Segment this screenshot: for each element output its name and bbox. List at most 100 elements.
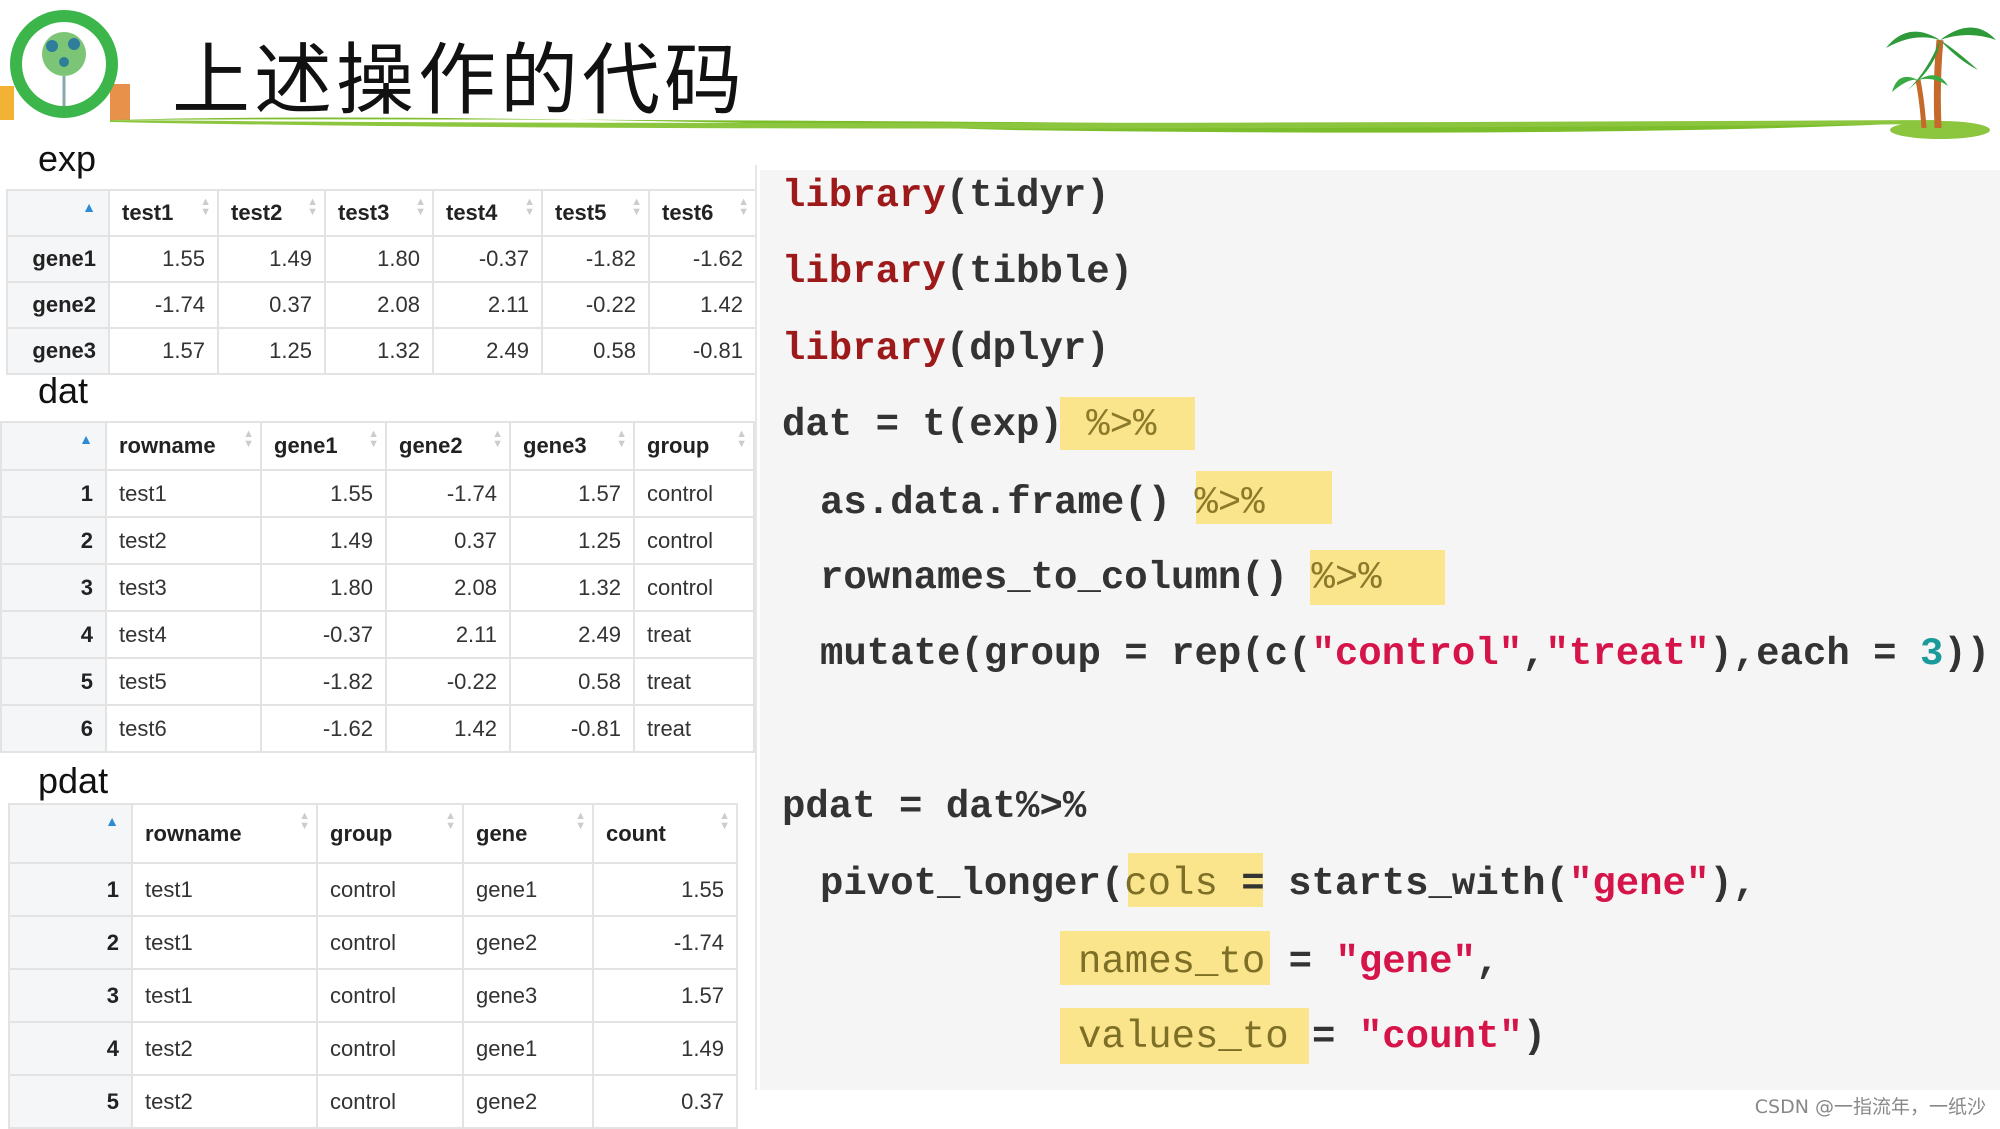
code-line: values_to = "count") xyxy=(1078,1012,1546,1062)
sort-icon[interactable]: ▲ ▼ xyxy=(575,811,586,832)
sort-index-header[interactable]: ▲ xyxy=(6,189,110,237)
code-token: (tibble) xyxy=(945,250,1134,294)
column-header[interactable]: rowname ▲ ▼ xyxy=(131,803,318,864)
code-keyword: library xyxy=(782,250,946,294)
sort-icon[interactable]: ▲ ▼ xyxy=(445,811,456,832)
table-cell: 1.49 xyxy=(260,516,387,565)
column-header[interactable]: test3 ▲ ▼ xyxy=(324,189,434,237)
column-header[interactable]: group ▲ ▼ xyxy=(633,421,755,471)
code-pipe-operator: %>% xyxy=(1311,556,1382,600)
sort-index-header[interactable]: ▲ xyxy=(8,803,133,864)
table-row: 2 test1 control gene2 -1.74 xyxy=(8,915,738,970)
table-cell: treat xyxy=(633,704,755,753)
row-name-cell: 4 xyxy=(0,610,107,659)
code-token: ) xyxy=(1522,1015,1547,1059)
column-header[interactable]: count ▲ ▼ xyxy=(592,803,738,864)
column-header[interactable]: test5 ▲ ▼ xyxy=(541,189,650,237)
column-header[interactable]: group ▲ ▼ xyxy=(316,803,464,864)
sort-icon[interactable]: ▲ ▼ xyxy=(243,429,254,450)
column-header[interactable]: test4 ▲ ▼ xyxy=(432,189,543,237)
code-token: cols xyxy=(1124,862,1218,906)
table-cell: test1 xyxy=(105,469,262,518)
column-header-label: test4 xyxy=(446,200,498,225)
code-line: mutate(group = rep(c("control","treat"),… xyxy=(820,629,1990,679)
table-cell: -1.82 xyxy=(541,235,650,283)
column-header-label: rowname xyxy=(119,433,216,458)
table-cell: 0.37 xyxy=(592,1074,738,1129)
column-header[interactable]: gene2 ▲ ▼ xyxy=(385,421,511,471)
green-swoosh-divider xyxy=(110,117,1940,133)
table-cell: 1.32 xyxy=(509,563,635,612)
sort-ascending-icon[interactable]: ▲ xyxy=(79,431,93,447)
sort-icon[interactable]: ▲ ▼ xyxy=(415,197,426,218)
code-token: ), xyxy=(1709,862,1757,906)
sort-ascending-icon[interactable]: ▲ xyxy=(82,199,96,215)
column-header[interactable]: test6 ▲ ▼ xyxy=(648,189,757,237)
table-header-row: ▲ test1 ▲ ▼ test2 ▲ ▼ test3 ▲ ▼ test4 ▲ ▼ test5 ▲ ▼ test… xyxy=(6,189,757,237)
row-name-cell: gene1 xyxy=(6,235,110,283)
column-header[interactable]: test2 ▲ ▼ xyxy=(217,189,326,237)
sort-icon[interactable]: ▲ ▼ xyxy=(200,197,211,218)
table-cell: 1.49 xyxy=(592,1021,738,1076)
code-pipe-operator: %>% xyxy=(1086,403,1157,447)
sort-icon[interactable]: ▲ ▼ xyxy=(492,429,503,450)
table-cell: control xyxy=(316,968,464,1023)
column-header-label: test2 xyxy=(231,200,283,225)
row-name-cell: 3 xyxy=(8,968,133,1023)
table-row: 5 test2 control gene2 0.37 xyxy=(8,1074,738,1129)
sort-index-header[interactable]: ▲ xyxy=(0,421,107,471)
sort-ascending-icon[interactable]: ▲ xyxy=(105,813,119,829)
column-header-label: rowname xyxy=(145,820,242,846)
table-cell: gene3 xyxy=(462,968,594,1023)
table-row: 6 test6 -1.62 1.42 -0.81 treat xyxy=(0,704,755,753)
column-header[interactable]: test1 ▲ ▼ xyxy=(108,189,219,237)
sort-icon[interactable]: ▲ ▼ xyxy=(616,429,627,450)
table-cell: 2.49 xyxy=(509,610,635,659)
code-token: values_to xyxy=(1078,1015,1289,1059)
sort-icon[interactable]: ▲ ▼ xyxy=(631,197,642,218)
sort-icon[interactable]: ▲ ▼ xyxy=(307,197,318,218)
code-line: dat = t(exp) %>% xyxy=(782,400,1156,450)
code-token: dat = t(exp) xyxy=(782,403,1087,447)
column-header[interactable]: gene ▲ ▼ xyxy=(462,803,594,864)
table-cell: gene1 xyxy=(462,1021,594,1076)
sort-icon[interactable]: ▲ ▼ xyxy=(736,429,747,450)
pdat-table: ▲ rowname ▲ ▼ group ▲ ▼ gene ▲ ▼ count ▲ ▼ 1 test1 cont… xyxy=(8,803,738,1129)
table-cell: 1.25 xyxy=(509,516,635,565)
code-token: (tidyr) xyxy=(945,174,1110,218)
table-row: 1 test1 1.55 -1.74 1.57 control xyxy=(0,469,755,518)
table-cell: -0.81 xyxy=(509,704,635,753)
table-cell: 1.42 xyxy=(385,704,511,753)
code-line: names_to = "gene", xyxy=(1078,937,1499,987)
table-cell: test1 xyxy=(131,915,318,970)
table-cell: test2 xyxy=(131,1021,318,1076)
sort-icon[interactable]: ▲ ▼ xyxy=(368,429,379,450)
table-cell: test4 xyxy=(105,610,262,659)
code-line: rownames_to_column() %>% xyxy=(820,553,1382,603)
table-row: gene2 -1.74 0.37 2.08 2.11 -0.22 1.42 xyxy=(6,281,757,329)
table-cell: -1.82 xyxy=(260,657,387,706)
code-token: = starts_with( xyxy=(1217,862,1569,906)
row-name-cell: gene3 xyxy=(6,327,110,375)
column-header-label: group xyxy=(647,433,710,458)
table-cell: control xyxy=(316,915,464,970)
column-header[interactable]: gene3 ▲ ▼ xyxy=(509,421,635,471)
code-string: "control" xyxy=(1311,632,1523,676)
table-cell: control xyxy=(633,563,755,612)
table-cell: 1.49 xyxy=(217,235,326,283)
row-name-cell: 2 xyxy=(8,915,133,970)
table-cell: 1.42 xyxy=(648,281,757,329)
sort-icon[interactable]: ▲ ▼ xyxy=(738,197,749,218)
code-token: 3 xyxy=(1920,632,1944,676)
table-cell: 1.32 xyxy=(324,327,434,375)
table-header-row: ▲ rowname ▲ ▼ gene1 ▲ ▼ gene2 ▲ ▼ gene3 ▲ ▼ group ▲ ▼ xyxy=(0,421,755,471)
code-token: pdat = dat%>% xyxy=(782,785,1087,829)
sort-icon[interactable]: ▲ ▼ xyxy=(524,197,535,218)
code-line: library(tidyr) xyxy=(782,171,1110,221)
sort-icon[interactable]: ▲ ▼ xyxy=(719,811,730,832)
sort-icon[interactable]: ▲ ▼ xyxy=(299,811,310,832)
column-header-label: gene1 xyxy=(274,433,338,458)
column-header[interactable]: gene1 ▲ ▼ xyxy=(260,421,387,471)
column-header[interactable]: rowname ▲ ▼ xyxy=(105,421,262,471)
table-cell: treat xyxy=(633,657,755,706)
